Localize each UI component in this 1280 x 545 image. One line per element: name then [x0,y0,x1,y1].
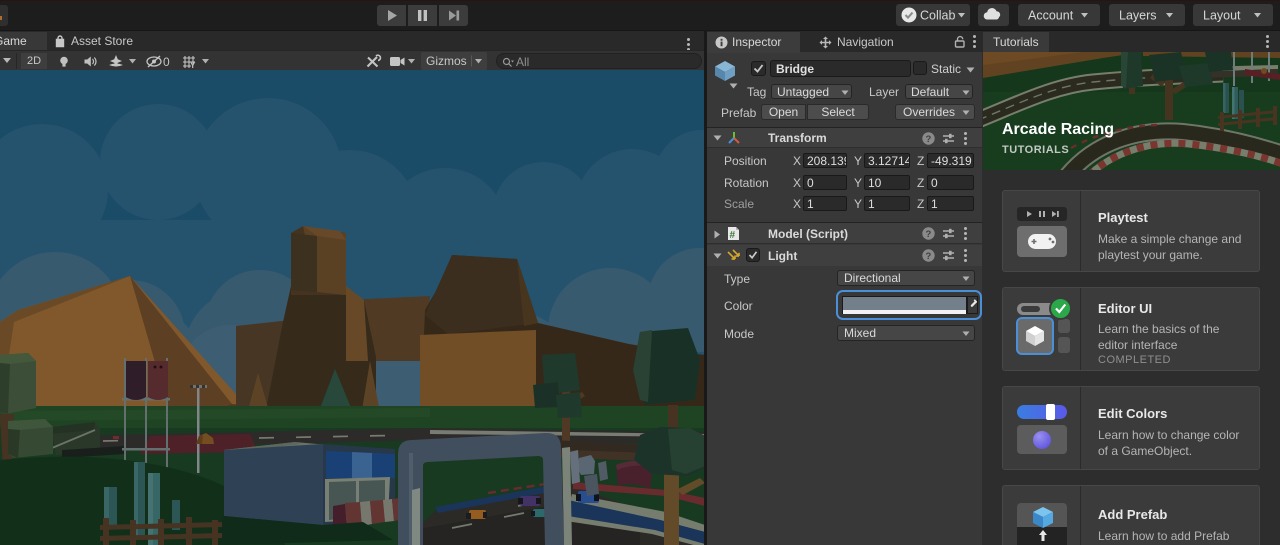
svg-text:?: ? [926,251,932,262]
svg-text:TUTORIALS: TUTORIALS [1002,144,1069,156]
svg-text:Arcade Racing: Arcade Racing [1002,121,1114,138]
svg-text:?: ? [926,134,932,145]
svg-text:Account: Account [1028,9,1074,23]
svg-text:0: 0 [163,55,170,68]
svg-text:Collab: Collab [920,9,955,23]
svg-text:?: ? [926,229,932,240]
svg-text:Layout: Layout [1203,9,1241,23]
svg-text:#: # [730,230,736,241]
svg-text:Y: Y [190,61,196,69]
svg-text:Layers: Layers [1119,9,1157,23]
